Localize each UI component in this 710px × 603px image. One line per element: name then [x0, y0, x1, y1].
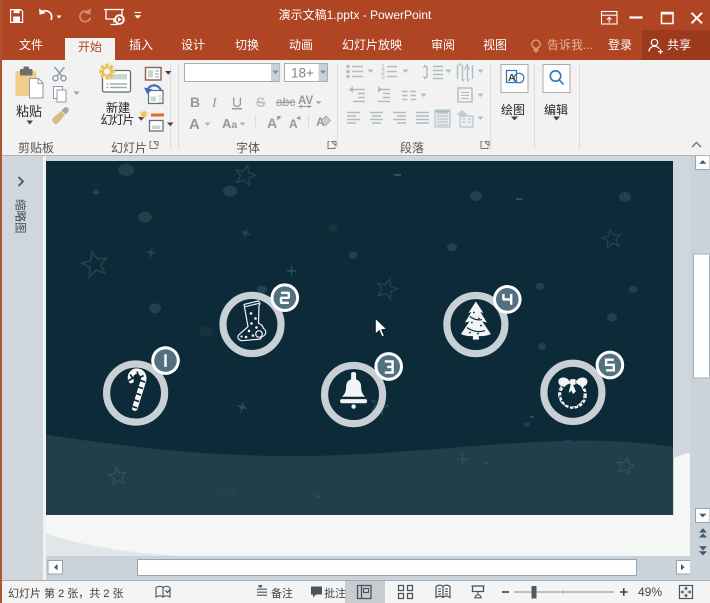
- svg-text:S: S: [256, 94, 265, 110]
- svg-text:A: A: [508, 72, 516, 84]
- svg-text:abc: abc: [276, 95, 295, 109]
- svg-text:AV: AV: [298, 95, 313, 107]
- svg-text:A: A: [464, 62, 470, 72]
- svg-text:缩略图: 缩略图: [14, 199, 28, 234]
- svg-text:A: A: [289, 117, 298, 131]
- svg-text:3: 3: [381, 74, 385, 81]
- svg-text:B: B: [190, 94, 200, 110]
- svg-text:A: A: [267, 115, 277, 131]
- svg-text:A: A: [189, 116, 200, 133]
- svg-text:I: I: [211, 96, 218, 111]
- svg-text:U: U: [232, 94, 242, 110]
- svg-text:18+: 18+: [291, 66, 314, 81]
- svg-text:Aa: Aa: [222, 116, 237, 131]
